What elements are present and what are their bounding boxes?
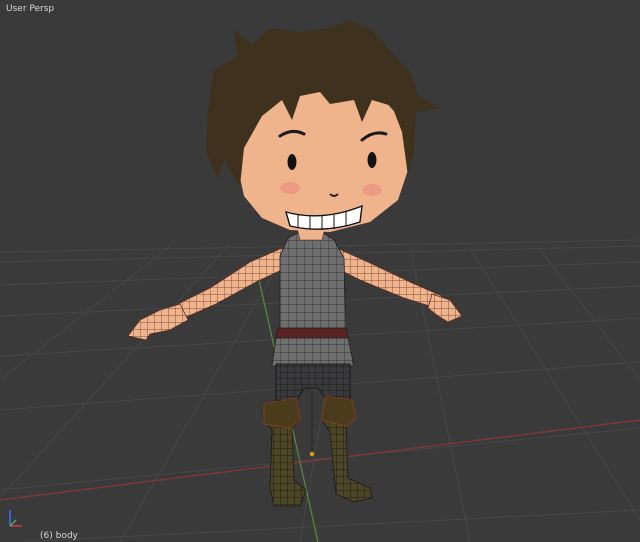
scene-canvas[interactable] (0, 0, 640, 542)
character-head (206, 20, 440, 232)
view-name-label: User Persp (6, 4, 55, 14)
x-axis-line (0, 419, 640, 501)
active-object-label: (6) body (40, 531, 78, 541)
3d-viewport[interactable]: User Persp (6) body (0, 0, 640, 542)
axis-gizmo-icon (9, 510, 22, 527)
character-boots (263, 395, 373, 507)
object-origin[interactable] (309, 451, 315, 457)
